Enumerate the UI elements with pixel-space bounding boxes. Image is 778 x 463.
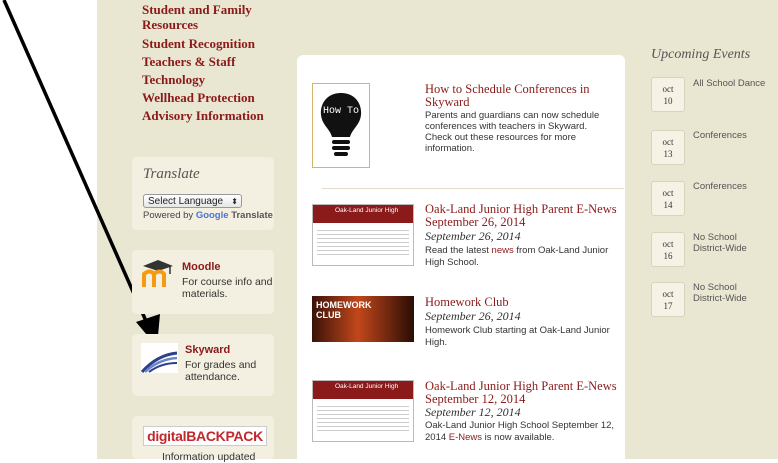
enews-thumb-banner-2: Oak-Land Junior High <box>313 381 413 399</box>
event-title-no-school-16[interactable]: No School District-Wide <box>693 232 747 254</box>
article-text-conferences-3: Check out these resources for more <box>425 132 577 143</box>
event-day: 10 <box>663 96 673 106</box>
event-title-line: No School <box>693 232 737 243</box>
nav-link-teachers-staff[interactable]: Teachers & Staff <box>142 54 235 69</box>
event-title-no-school-17[interactable]: No School District-Wide <box>693 282 747 304</box>
text-fragment: Read the latest <box>425 245 492 256</box>
enews-thumb-lines <box>317 227 409 257</box>
skyward-desc-2: attendance. <box>185 371 240 383</box>
enews-link[interactable]: E-News <box>449 432 482 443</box>
moodle-logo-icon <box>140 260 176 289</box>
enews-thumb-banner: Oak-Land Junior High <box>313 205 413 223</box>
article-text-enews-sep26-1: Read the latest news from Oak-Land Junio… <box>425 245 621 257</box>
powered-by-text: Powered by <box>143 210 194 221</box>
event-day: 14 <box>663 200 673 210</box>
event-date-badge[interactable]: oct 10 <box>651 77 685 112</box>
digital-backpack-logo[interactable]: digitalBACKPACK <box>143 426 267 446</box>
lightbulb-icon <box>320 93 362 156</box>
how-to-thumbnail[interactable]: How To <box>312 83 370 168</box>
language-select-label: Select Language <box>148 196 224 207</box>
nav-link-student-recognition[interactable]: Student Recognition <box>142 36 255 51</box>
translate-title: Translate <box>143 166 200 182</box>
event-month: oct <box>662 137 674 147</box>
nav-link-technology[interactable]: Technology <box>142 72 205 87</box>
translate-word: Translate <box>231 210 273 221</box>
event-day: 16 <box>663 251 673 261</box>
upcoming-events-heading: Upcoming Events <box>651 47 751 62</box>
moodle-desc-1: For course info and <box>182 276 273 288</box>
text-fragment: 2014 <box>425 432 449 443</box>
nav-link-student-family-2[interactable]: Resources <box>142 17 198 32</box>
enews-thumbnail-1[interactable]: Oak-Land Junior High <box>312 204 414 266</box>
event-month: oct <box>662 289 674 299</box>
event-day: 17 <box>663 301 673 311</box>
event-title-dance[interactable]: All School Dance <box>693 78 765 89</box>
event-date-badge[interactable]: oct 17 <box>651 282 685 317</box>
text-fragment: from Oak-Land Junior <box>513 245 609 256</box>
homework-thumb-text: HOMEWORK CLUB <box>316 300 372 320</box>
nav-link-wellhead[interactable]: Wellhead Protection <box>142 90 255 105</box>
event-month: oct <box>662 239 674 249</box>
event-title-line: No School <box>693 282 737 293</box>
article-title-conferences[interactable]: How to Schedule Conferences in Skyward <box>425 83 620 109</box>
enews-thumb-lines-2 <box>317 403 409 433</box>
article-text-conferences-2: conferences with teachers in Skyward. <box>425 121 588 132</box>
article-text-enews-sep26-2: High School. <box>425 257 479 268</box>
article-divider <box>322 188 624 189</box>
article-title-homework-club[interactable]: Homework Club <box>425 296 620 309</box>
select-arrows-icon: ⬍ <box>231 197 238 206</box>
event-day: 13 <box>663 149 673 159</box>
nav-link-student-family[interactable]: Student and Family <box>142 2 252 17</box>
text-fragment: is now available. <box>482 432 555 443</box>
skyward-desc-1: For grades and <box>185 359 257 371</box>
article-title-enews-sep26[interactable]: Oak-Land Junior High Parent E-News Septe… <box>425 203 620 229</box>
news-link[interactable]: news <box>492 245 514 256</box>
enews-thumbnail-2[interactable]: Oak-Land Junior High <box>312 380 414 442</box>
article-date-enews-sep26: September 26, 2014 <box>425 229 521 243</box>
event-month: oct <box>662 84 674 94</box>
event-date-badge[interactable]: oct 14 <box>651 181 685 216</box>
article-text-homework-2: High. <box>425 337 448 348</box>
article-text-conferences-4: information. <box>425 143 475 154</box>
article-text-conferences-1: Parents and guardians can now schedule <box>425 110 600 121</box>
skyward-title[interactable]: Skyward <box>185 344 230 356</box>
article-text-homework-1: Homework Club starting at Oak-Land Junio… <box>425 325 610 336</box>
backpack-desc: Information updated <box>162 451 256 463</box>
homework-club-thumbnail[interactable]: HOMEWORK CLUB <box>312 296 414 342</box>
moodle-title[interactable]: Moodle <box>182 261 221 273</box>
article-title-enews-sep12[interactable]: Oak-Land Junior High Parent E-News Septe… <box>425 380 620 406</box>
how-to-thumb-text: How To <box>322 106 359 117</box>
language-select[interactable]: Select Language ⬍ <box>143 194 242 208</box>
event-title-line: District-Wide <box>693 293 747 304</box>
event-month: oct <box>662 188 674 198</box>
powered-by-google[interactable]: Powered by Google Translate <box>143 210 273 221</box>
event-date-badge[interactable]: oct 13 <box>651 130 685 165</box>
event-title-line: District-Wide <box>693 243 747 254</box>
nav-link-advisory[interactable]: Advisory Information <box>142 108 264 123</box>
skyward-logo-icon <box>141 343 178 373</box>
event-title-conferences-13[interactable]: Conferences <box>693 130 747 141</box>
article-date-homework-club: September 26, 2014 <box>425 309 521 323</box>
article-text-enews-sep12-1: Oak-Land Junior High School September 12… <box>425 420 615 431</box>
event-title-conferences-14[interactable]: Conferences <box>693 181 747 192</box>
article-date-enews-sep12: September 12, 2014 <box>425 405 521 419</box>
article-text-enews-sep12-2: 2014 E-News is now available. <box>425 432 621 444</box>
google-logo: Google <box>195 210 229 221</box>
moodle-desc-2: materials. <box>182 288 228 300</box>
event-date-badge[interactable]: oct 16 <box>651 232 685 267</box>
